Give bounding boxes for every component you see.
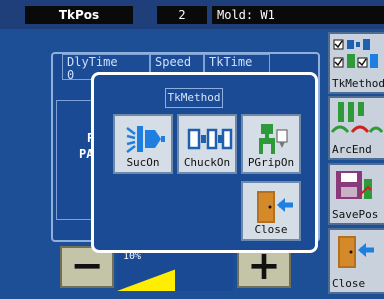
arc-end-label: ArcEnd xyxy=(332,143,372,156)
suction-icon xyxy=(126,126,165,153)
tab-tk-time-label: TkTime xyxy=(209,55,253,69)
save-pos-label: SavePos xyxy=(332,208,379,221)
close-door-icon xyxy=(257,191,293,223)
p-grip-on-label: PGripOn xyxy=(247,156,295,169)
dialog-title: TkMethod xyxy=(165,88,223,108)
close-menu-button[interactable]: Close xyxy=(328,228,384,294)
arc-end-button[interactable]: ArcEnd xyxy=(328,96,384,160)
chuck-on-button[interactable]: ChuckOn xyxy=(177,114,237,174)
tk-method-button[interactable]: TkMethod xyxy=(328,32,384,94)
top-bar: TkPos 2 Mold: W1 xyxy=(0,0,384,29)
suc-on-button[interactable]: SucOn xyxy=(113,114,173,174)
save-pos-button[interactable]: SavePos xyxy=(328,163,384,225)
speed-ramp-fill xyxy=(117,269,175,291)
screen-title: TkPos xyxy=(25,6,133,24)
chuck-icon xyxy=(187,128,233,150)
position-panel: P PA xyxy=(56,100,96,220)
gripper-icon xyxy=(259,124,288,154)
save-pos-icon xyxy=(336,171,372,199)
method-icon xyxy=(333,39,378,68)
close-door-icon xyxy=(338,236,374,268)
step-number: 2 xyxy=(157,6,207,24)
chuck-on-label: ChuckOn xyxy=(183,156,231,169)
p-grip-on-button[interactable]: PGripOn xyxy=(241,114,301,174)
arc-end-icon xyxy=(330,102,384,133)
close-menu-label: Close xyxy=(332,277,366,290)
tk-method-label: TkMethod xyxy=(332,77,384,90)
tab-speed-label: Speed xyxy=(155,55,192,69)
dialog-close-button[interactable]: Close xyxy=(241,181,301,241)
suc-on-label: SucOn xyxy=(126,156,160,169)
mold-name: Mold: W1 xyxy=(212,6,384,24)
dialog-close-label: Close xyxy=(254,223,288,236)
